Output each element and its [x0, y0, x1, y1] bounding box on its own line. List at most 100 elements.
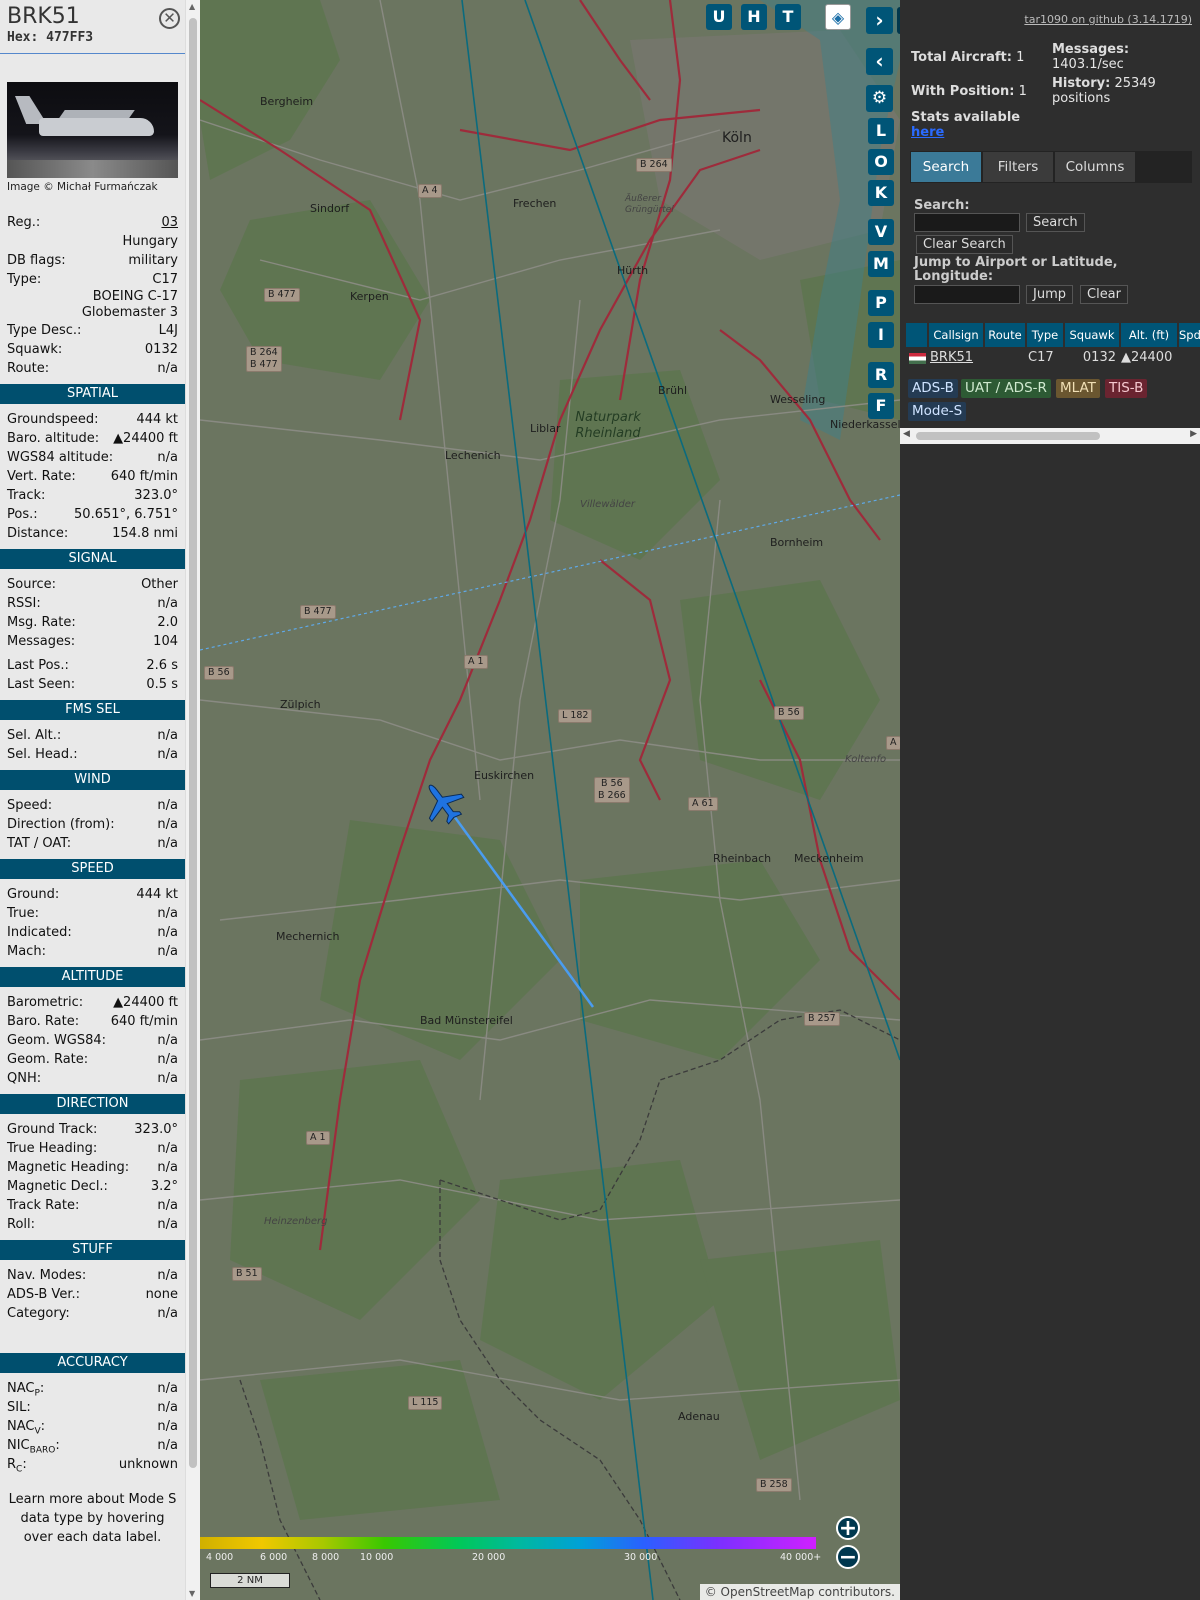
scrollbar-thumb[interactable]: [916, 432, 1100, 440]
detail-value: 640 ft/min: [110, 469, 178, 484]
badge-tisb[interactable]: TIS-B: [1105, 379, 1148, 398]
detail-label: Squawk:: [7, 342, 63, 357]
badge-mlat[interactable]: MLAT: [1056, 379, 1100, 398]
detail-row: Nav. Modes: n/a: [0, 1266, 185, 1285]
detail-label: True:: [7, 906, 39, 921]
toggle-m-button[interactable]: M: [868, 251, 894, 277]
road-shield: B 264: [636, 158, 672, 172]
messages-rate: Messages: 1403.1/sec: [1052, 42, 1130, 72]
detail-row: Globemaster 3: [0, 305, 185, 321]
chevron-left-icon[interactable]: ‹: [866, 48, 893, 75]
road-shield: B 264 B 477: [246, 346, 282, 372]
close-icon[interactable]: ✕: [159, 8, 180, 29]
footnote: Learn more about Mode S data type by hov…: [8, 1492, 177, 1545]
column-speed[interactable]: Spd: [1179, 323, 1200, 347]
tab-columns[interactable]: Columns: [1055, 152, 1135, 182]
detail-value[interactable]: 03: [161, 213, 178, 232]
zoom-out-icon[interactable]: −: [836, 1545, 860, 1569]
section-header: ALTITUDE: [0, 967, 185, 987]
town-label: Sindorf: [310, 202, 350, 215]
aircraft-details: Reg.: 03 Hungary DB flags: military Type: C17 B…: [0, 213, 185, 378]
detail-value: 444 kt: [136, 412, 178, 427]
github-link[interactable]: tar1090 on github (3.14.1719): [1024, 13, 1192, 26]
legend-label: 6 000: [260, 1552, 288, 1563]
map-attribution[interactable]: © OpenStreetMap contributors.: [699, 1584, 900, 1600]
detail-row: Hungary: [0, 232, 185, 251]
info-header: BRK51 Hex: 477FF3 ✕: [0, 0, 185, 54]
detail-row: BOEING C-17: [0, 289, 185, 305]
table-horizontal-scrollbar[interactable]: ◀ ▶: [900, 428, 1200, 444]
toggle-f-button[interactable]: F: [868, 393, 894, 419]
hungary-flag-icon: [909, 353, 926, 364]
legend-label: 8 000: [312, 1552, 340, 1563]
search-input[interactable]: [914, 213, 1020, 232]
detail-value: unknown: [118, 1457, 178, 1472]
toggle-v-button[interactable]: V: [868, 219, 894, 245]
toggle-l-button[interactable]: L: [868, 118, 894, 144]
map[interactable]: Bergheim Köln Sindorf Frechen Kerpen Hür…: [200, 0, 900, 1600]
toggle-i-button[interactable]: I: [868, 322, 894, 348]
detail-label: Magnetic Decl.:: [7, 1179, 108, 1194]
badge-modes[interactable]: Mode-S: [908, 402, 967, 421]
toggle-k-button[interactable]: K: [868, 180, 894, 206]
clear-jump-button[interactable]: Clear: [1080, 285, 1128, 304]
tab-search[interactable]: Search: [911, 152, 981, 182]
detail-label: Source:: [7, 577, 57, 592]
detail-label: Messages:: [7, 634, 76, 649]
column-altitude[interactable]: Alt. (ft): [1121, 323, 1177, 347]
detail-row: NACP: n/a: [0, 1379, 185, 1399]
badge-adsb[interactable]: ADS-B: [908, 379, 958, 398]
legend-label: 4 000: [206, 1552, 234, 1563]
clear-search-button[interactable]: Clear Search: [916, 235, 1013, 254]
row-callsign[interactable]: BRK51: [930, 349, 984, 367]
settings-gear-icon[interactable]: ⚙: [866, 85, 893, 112]
detail-value: 640 ft/min: [110, 1014, 178, 1029]
chevron-right-icon[interactable]: ›: [866, 7, 893, 34]
column-squawk[interactable]: Squawk: [1065, 323, 1119, 347]
jump-button[interactable]: Jump: [1026, 285, 1073, 304]
detail-row: Speed: n/a: [0, 796, 185, 815]
column-type[interactable]: Type: [1027, 323, 1063, 347]
road-shield: L 182: [558, 709, 593, 723]
map-canvas: [200, 0, 900, 1600]
aircraft-photo[interactable]: [7, 82, 178, 178]
road-shield: A: [886, 736, 900, 750]
toggle-t-button[interactable]: T: [775, 4, 801, 30]
history-count: History: 25349 positions: [1052, 76, 1156, 106]
detail-row: Groundspeed: 444 kt: [0, 410, 185, 429]
jump-input[interactable]: [914, 285, 1020, 304]
scrollbar-thumb[interactable]: [189, 18, 197, 1468]
badge-uat[interactable]: UAT / ADS-R: [961, 379, 1051, 398]
section-header: SIGNAL: [0, 549, 185, 569]
detail-row: Roll: n/a: [0, 1215, 185, 1234]
toggle-r-button[interactable]: R: [868, 362, 894, 388]
detail-row: NICBARO: n/a: [0, 1436, 185, 1456]
row-route: [986, 349, 1026, 367]
detail-label: Groundspeed:: [7, 412, 99, 427]
search-button[interactable]: Search: [1026, 213, 1085, 232]
detail-row: ADS-B Ver.: none: [0, 1285, 185, 1304]
stats-link[interactable]: here: [911, 125, 944, 140]
toggle-o-button[interactable]: O: [868, 149, 894, 175]
toggle-u-button[interactable]: U: [706, 4, 732, 30]
tab-filters[interactable]: Filters: [983, 152, 1053, 182]
detail-row: RSSI: n/a: [0, 594, 185, 613]
detail-row: Vert. Rate: 640 ft/min: [0, 467, 185, 486]
detail-row: Last Seen: 0.5 s: [0, 675, 185, 694]
toggle-p-button[interactable]: P: [868, 290, 894, 316]
detail-label: Geom. WGS84:: [7, 1033, 107, 1048]
detail-value: 50.651°, 6.751°: [74, 507, 178, 522]
toggle-h-button[interactable]: H: [741, 4, 767, 30]
detail-value: n/a: [157, 1438, 178, 1453]
detail-value: n/a: [157, 1160, 178, 1175]
road-shield: A 1: [464, 655, 488, 669]
column-callsign[interactable]: Callsign: [929, 323, 983, 347]
layers-icon[interactable]: ◈: [825, 4, 851, 30]
zoom-in-icon[interactable]: +: [836, 1516, 860, 1540]
column-route[interactable]: Route: [985, 323, 1025, 347]
detail-label: Magnetic Heading:: [7, 1160, 130, 1175]
detail-value: BOEING C-17: [92, 289, 178, 304]
detail-row: Baro. Rate: 640 ft/min: [0, 1012, 185, 1031]
info-panel-scrollbar[interactable]: ▲ ▼: [185, 0, 200, 1600]
town-label: Zülpich: [280, 698, 321, 711]
